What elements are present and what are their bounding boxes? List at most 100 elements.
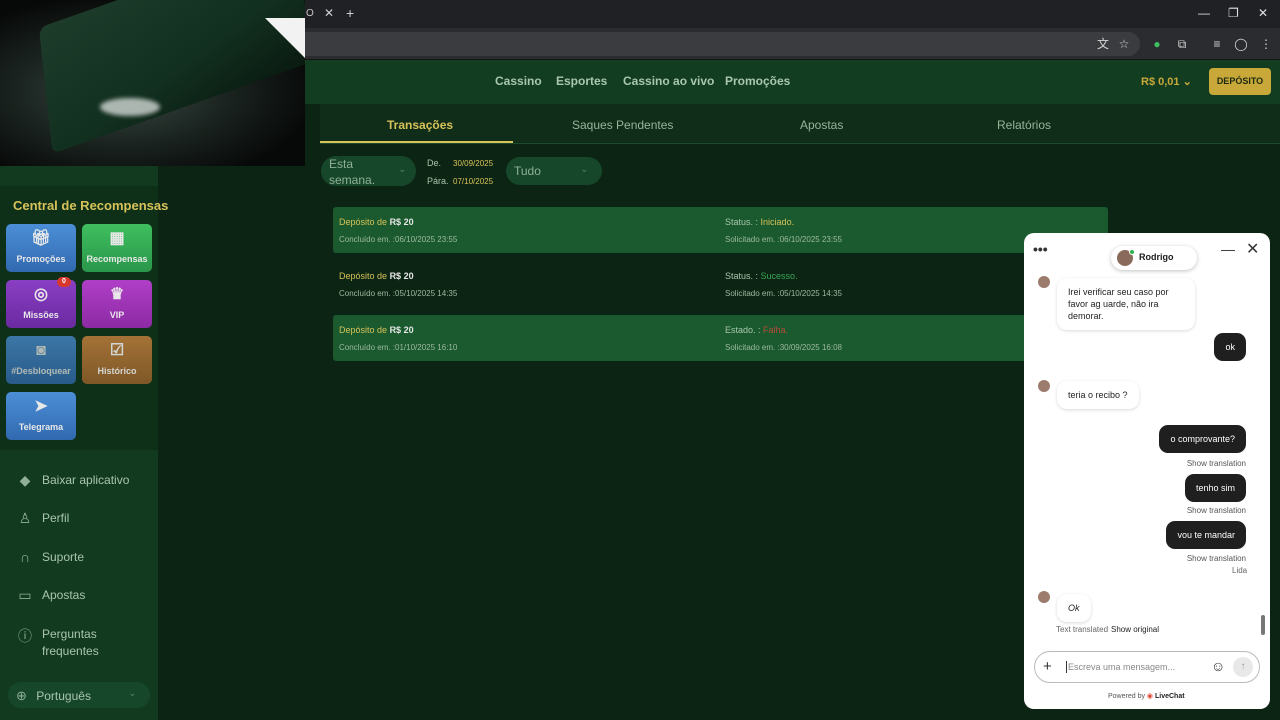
transaction-status: Estado. : Falha. bbox=[725, 325, 789, 335]
tile-promocoes[interactable]: 🎁︎ Promoções bbox=[6, 224, 76, 272]
show-original-link[interactable]: Show original bbox=[1111, 625, 1159, 634]
read-receipt: Lida bbox=[1232, 566, 1248, 575]
sidebar-item-faq[interactable]: ⓘ Perguntas frequentes bbox=[16, 626, 136, 660]
type-select[interactable]: Tudo ⌄ bbox=[506, 157, 602, 185]
transaction-row[interactable]: Depósito de R$ 20 Concluído em. :05/10/2… bbox=[333, 261, 1108, 307]
menu-kebab-icon[interactable]: ⋮ bbox=[1257, 35, 1275, 53]
agent-pill: Rodrigo bbox=[1111, 246, 1197, 270]
extensions-puzzle-icon[interactable]: ⧉ bbox=[1173, 35, 1191, 53]
gift-icon: 🎁︎ bbox=[30, 230, 52, 247]
extension-circle-icon[interactable]: ● bbox=[1148, 35, 1166, 53]
balance-display[interactable]: R$ 0,01 ⌄ bbox=[1141, 75, 1192, 88]
show-translation-link[interactable]: Show translation bbox=[1187, 506, 1246, 515]
window-restore-button[interactable]: ❐ bbox=[1228, 6, 1239, 20]
chat-minimize-icon[interactable]: — bbox=[1221, 241, 1235, 257]
message-user: tenho sim bbox=[1184, 474, 1246, 502]
language-select[interactable]: ⊕ Português ⌄ bbox=[8, 682, 150, 708]
chevron-down-icon: ⌄ bbox=[580, 164, 588, 174]
period-select-value: Esta semana. bbox=[329, 157, 376, 187]
show-translation-link[interactable]: Show translation bbox=[1187, 459, 1246, 468]
transaction-row[interactable]: Depósito de R$ 20 Concluído em. :01/10/2… bbox=[333, 315, 1108, 361]
tab-relatorios[interactable]: Relatórios bbox=[997, 118, 1051, 132]
emoji-icon[interactable]: ☺ bbox=[1211, 658, 1225, 674]
sidebar-item-baixar[interactable]: ◆ Baixar aplicativo bbox=[16, 472, 130, 489]
window-close-button[interactable]: ✕ bbox=[1258, 6, 1268, 20]
send-arrow-icon[interactable]: ↑ bbox=[1233, 657, 1253, 677]
transaction-completed: Concluído em. :05/10/2025 14:35 bbox=[339, 289, 458, 298]
deposit-button[interactable]: DEPÓSITO bbox=[1209, 68, 1271, 95]
tile-historico[interactable]: ☑ Histórico bbox=[82, 336, 152, 384]
message-agent: Ok bbox=[1057, 594, 1091, 622]
nav-promocoes[interactable]: Promoções bbox=[725, 74, 790, 88]
active-tab-indicator bbox=[320, 141, 513, 143]
transaction-requested: Solicitado em. :06/10/2025 23:55 bbox=[725, 235, 842, 244]
transaction-status: Status. : Iniciado. bbox=[725, 217, 795, 227]
date-to-label: Pára. bbox=[427, 176, 449, 186]
user-icon: ♙ bbox=[18, 510, 32, 526]
bookmark-star-icon[interactable]: ☆ bbox=[1115, 35, 1133, 53]
transaction-title: Depósito de R$ 20 bbox=[339, 217, 414, 227]
transaction-completed: Concluído em. :01/10/2025 16:10 bbox=[339, 343, 458, 352]
paper-plane-icon: ➤ bbox=[34, 398, 48, 415]
type-select-value: Tudo bbox=[514, 164, 541, 178]
agent-avatar bbox=[1038, 591, 1050, 603]
tile-vip[interactable]: ♛ VIP bbox=[82, 280, 152, 328]
date-from-value[interactable]: 30/09/2025 bbox=[453, 159, 493, 168]
sidebar-item-perfil[interactable]: ♙ Perfil bbox=[16, 510, 70, 527]
nav-cassino[interactable]: Cassino bbox=[495, 74, 542, 88]
browser-tab-title[interactable]: O bbox=[306, 8, 314, 19]
message-user: o comprovante? bbox=[1159, 425, 1246, 453]
sidebar-item-apostas[interactable]: ▭ Apostas bbox=[16, 587, 85, 604]
window-minimize-button[interactable]: — bbox=[1198, 6, 1210, 20]
rewards-title: Central de Recompensas bbox=[13, 198, 169, 213]
chat-scrollbar[interactable] bbox=[1261, 615, 1265, 635]
agent-avatar bbox=[1038, 276, 1050, 288]
add-attachment-icon[interactable]: + bbox=[1043, 658, 1052, 675]
target-icon: ◎ bbox=[34, 286, 48, 303]
translated-note: Text translated bbox=[1056, 625, 1109, 634]
message-input[interactable]: Escreva uma mensagem... bbox=[1068, 662, 1175, 672]
nav-cassino-ao-vivo[interactable]: Cassino ao vivo bbox=[623, 74, 714, 88]
transaction-row[interactable]: Depósito de R$ 20 Concluído em. :06/10/2… bbox=[333, 207, 1108, 253]
translate-icon[interactable]: 文 bbox=[1094, 35, 1112, 53]
sidebar-item-suporte[interactable]: ∩ Suporte bbox=[16, 549, 84, 566]
chat-close-icon[interactable]: ✕ bbox=[1246, 239, 1259, 259]
tile-recompensas[interactable]: ▦ Recompensas bbox=[82, 224, 152, 272]
transaction-completed: Concluído em. :06/10/2025 23:55 bbox=[339, 235, 458, 244]
period-select[interactable]: Esta semana. ⌄ bbox=[321, 156, 416, 187]
date-to-value[interactable]: 07/10/2025 bbox=[453, 177, 493, 186]
new-tab-button[interactable]: + bbox=[346, 5, 354, 21]
tab-apostas[interactable]: Apostas bbox=[800, 118, 843, 132]
powered-by: Powered by ◉ LiveChat bbox=[1108, 692, 1185, 700]
message-user: ok bbox=[1214, 333, 1246, 361]
webcam-laptop-screen bbox=[38, 0, 305, 154]
text-caret bbox=[1066, 661, 1067, 673]
android-icon: ◆ bbox=[19, 472, 31, 488]
agent-avatar bbox=[1038, 380, 1050, 392]
tile-desbloquear[interactable]: ◙ #Desbloquear bbox=[6, 336, 76, 384]
transaction-title: Depósito de R$ 20 bbox=[339, 271, 414, 281]
chat-menu-icon[interactable]: ••• bbox=[1033, 241, 1048, 257]
media-control-icon[interactable]: ≡ bbox=[1208, 35, 1226, 53]
agent-name: Rodrigo bbox=[1139, 252, 1174, 262]
camera-icon: ◙ bbox=[36, 342, 46, 359]
transaction-title: Depósito de R$ 20 bbox=[339, 325, 414, 335]
crown-icon: ♛ bbox=[109, 286, 125, 303]
tab-close-icon[interactable]: ✕ bbox=[324, 6, 334, 20]
headset-icon: ∩ bbox=[19, 549, 31, 565]
livechat-brand: LiveChat bbox=[1154, 693, 1185, 700]
tab-transacoes[interactable]: Transações bbox=[387, 118, 453, 132]
tile-telegrama[interactable]: ➤ Telegrama bbox=[6, 392, 76, 440]
tab-saques-pendentes[interactable]: Saques Pendentes bbox=[572, 118, 673, 132]
transaction-requested: Solicitado em. :30/09/2025 16:08 bbox=[725, 343, 842, 352]
nav-esportes[interactable]: Esportes bbox=[556, 74, 607, 88]
tile-missoes[interactable]: 0 ◎ Missões bbox=[6, 277, 76, 328]
chevron-down-icon: ⌄ bbox=[398, 164, 406, 174]
message-composer: + Escreva uma mensagem... ☺ ↑ bbox=[1034, 651, 1260, 683]
chevron-down-icon: ⌄ bbox=[1182, 76, 1192, 88]
chevron-down-icon: ⌄ bbox=[128, 688, 136, 698]
message-agent: Irei verificar seu caso por favor ag uar… bbox=[1057, 278, 1195, 330]
show-translation-link[interactable]: Show translation bbox=[1187, 554, 1246, 563]
profile-icon[interactable]: ◯ bbox=[1232, 35, 1250, 53]
date-from-label: De. bbox=[427, 158, 442, 168]
